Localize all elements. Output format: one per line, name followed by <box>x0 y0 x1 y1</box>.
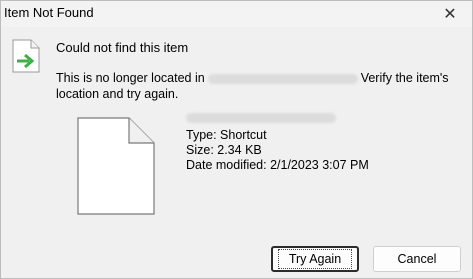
error-message: This is no longer located in Verify the i… <box>56 70 466 102</box>
item-type: Type: Shortcut <box>186 128 267 142</box>
close-button[interactable]: ✕ <box>428 1 472 27</box>
cancel-button[interactable]: Cancel <box>373 246 461 272</box>
blank-file-icon <box>77 117 155 215</box>
window-title: Item Not Found <box>4 5 94 20</box>
dialog-heading: Could not find this item <box>56 40 189 55</box>
try-again-button[interactable]: Try Again <box>271 246 359 272</box>
close-icon: ✕ <box>443 6 457 23</box>
title-bar: Item Not Found ✕ <box>1 1 472 27</box>
dialog-content: Could not find this item This is no long… <box>1 27 472 227</box>
item-details: Type: Shortcut Size: 2.34 KB Date modifi… <box>186 111 369 173</box>
message-prefix: This is no longer located in <box>56 71 205 85</box>
item-date-modified: Date modified: 2/1/2023 3:07 PM <box>186 158 369 172</box>
redacted-item-name <box>186 113 336 123</box>
item-size: Size: 2.34 KB <box>186 143 262 157</box>
item-not-found-dialog: Item Not Found ✕ Could not find this ite… <box>0 0 473 279</box>
shortcut-arrow-icon <box>12 39 40 73</box>
button-bar: Try Again Cancel <box>1 230 472 278</box>
try-again-label: Try Again <box>277 249 353 269</box>
redacted-path <box>207 73 358 84</box>
cancel-label: Cancel <box>397 252 437 266</box>
